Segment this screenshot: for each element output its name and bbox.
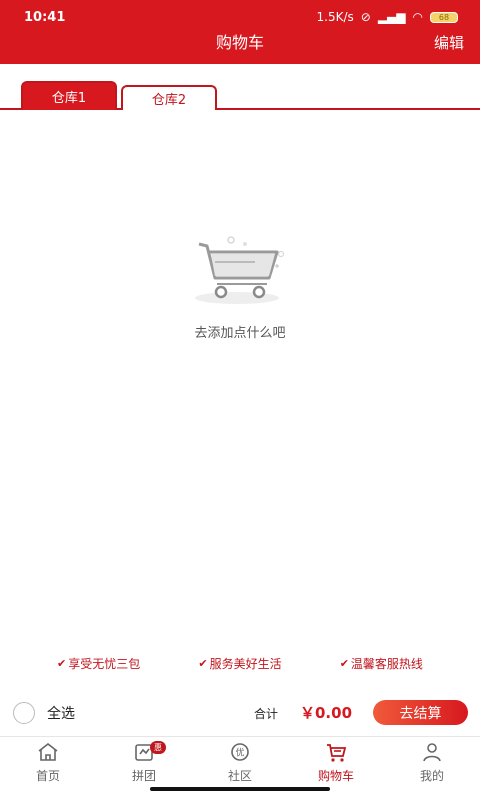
battery-icon: 68 <box>430 11 458 23</box>
guarantee-item: ✔ 温馨客服热线 <box>339 656 423 671</box>
empty-cart-icon <box>195 236 285 304</box>
tabbar-label: 拼团 <box>131 769 156 783</box>
check-icon: ✔ <box>57 656 67 670</box>
tabbar-label: 首页 <box>35 769 60 783</box>
check-icon: ✔ <box>339 656 349 670</box>
status-bar: 10:41 1.5K/s ⊘ ▂▄▆ ◠ 68 <box>0 0 480 34</box>
edit-button[interactable]: 编辑 <box>434 34 464 52</box>
status-icons: 1.5K/s ⊘ ▂▄▆ ◠ 68 <box>317 10 458 24</box>
mute-icon: ⊘ <box>360 10 371 24</box>
select-all-checkbox[interactable] <box>13 702 35 724</box>
guarantee-item: ✔ 享受无忧三包 <box>57 656 141 671</box>
page-title: 购物车 <box>215 33 264 52</box>
warehouse-tabs: 仓库1 仓库2 <box>0 64 480 110</box>
total-label: 合计 <box>254 707 279 721</box>
tab-warehouse-2[interactable]: 仓库2 <box>121 85 217 110</box>
check-icon: ✔ <box>198 656 208 670</box>
checkout-button[interactable]: 去结算 <box>373 700 468 725</box>
guarantee-item: ✔ 服务美好生活 <box>198 656 282 671</box>
tabbar-item-cart[interactable]: 购物车 <box>288 741 384 787</box>
home-icon <box>38 742 58 761</box>
empty-message: 去添加点什么吧 <box>194 326 286 341</box>
svg-text:优: 优 <box>235 747 244 759</box>
tabbar-item-profile[interactable]: 我的 <box>384 741 480 787</box>
home-indicator[interactable] <box>150 787 330 791</box>
wifi-icon: ◠ <box>412 10 423 24</box>
status-time: 10:41 <box>24 9 66 25</box>
tabbar-label: 社区 <box>227 769 252 783</box>
service-guarantees: ✔ 享受无忧三包 ✔ 服务美好生活 ✔ 温馨客服热线 <box>0 653 480 673</box>
cart-icon <box>327 744 347 762</box>
tabbar-label: 购物车 <box>317 769 354 783</box>
profile-icon <box>423 743 441 762</box>
empty-state: 去添加点什么吧 <box>0 230 480 341</box>
tabbar-item-home[interactable]: 首页 <box>0 741 96 787</box>
nav-bar: 购物车 编辑 <box>0 34 480 64</box>
tab-warehouse-1[interactable]: 仓库1 <box>21 81 117 110</box>
checkout-bar: 全选 合计 ￥0.00 去结算 <box>0 690 480 734</box>
tabbar-item-community[interactable]: 优 社区 <box>192 741 288 787</box>
tabbar-label: 我的 <box>419 769 444 783</box>
select-all-label[interactable]: 全选 <box>47 703 75 723</box>
app-header: 10:41 1.5K/s ⊘ ▂▄▆ ◠ 68 购物车 编辑 <box>0 0 480 64</box>
signal-icon: ▂▄▆ <box>377 10 406 24</box>
total-value: ￥0.00 <box>300 704 353 722</box>
tabbar-item-group-buy[interactable]: 惠 拼团 <box>96 741 192 787</box>
network-speed: 1.5K/s <box>316 10 354 24</box>
promo-badge: 惠 <box>150 741 166 754</box>
community-icon: 优 <box>231 743 249 761</box>
